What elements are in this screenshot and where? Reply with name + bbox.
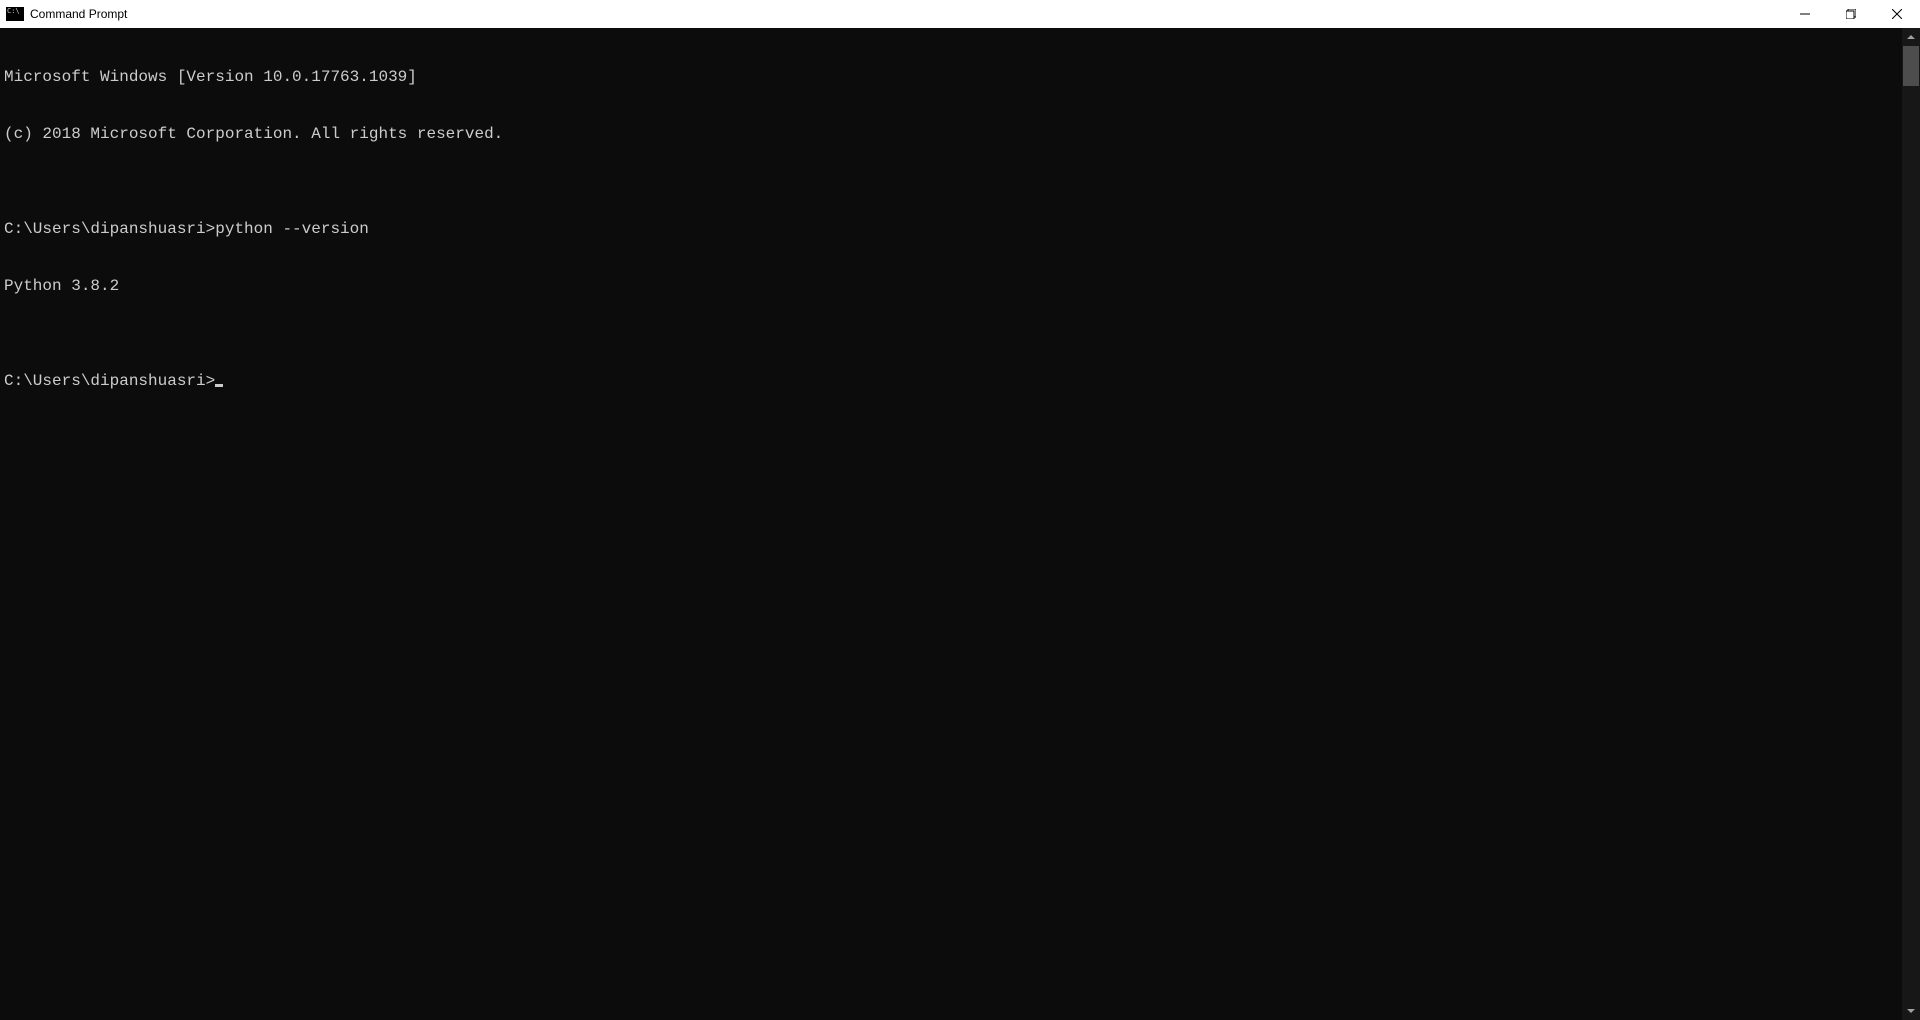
- terminal-line: Python 3.8.2: [4, 277, 1898, 296]
- close-button[interactable]: [1874, 0, 1920, 28]
- scroll-down-arrow[interactable]: [1902, 1002, 1920, 1020]
- chevron-down-icon: [1907, 1009, 1915, 1013]
- terminal-area[interactable]: Microsoft Windows [Version 10.0.17763.10…: [0, 28, 1920, 1020]
- cursor: [215, 384, 223, 387]
- window-title: Command Prompt: [30, 7, 127, 21]
- terminal-output[interactable]: Microsoft Windows [Version 10.0.17763.10…: [0, 28, 1902, 1020]
- vertical-scrollbar[interactable]: [1902, 28, 1920, 1020]
- cmd-icon: [6, 7, 24, 21]
- maximize-button[interactable]: [1828, 0, 1874, 28]
- prompt-text: C:\Users\dipanshuasri>: [4, 372, 215, 390]
- minimize-icon: [1800, 9, 1810, 19]
- terminal-line: Microsoft Windows [Version 10.0.17763.10…: [4, 68, 1898, 87]
- terminal-line: (c) 2018 Microsoft Corporation. All righ…: [4, 125, 1898, 144]
- chevron-up-icon: [1907, 35, 1915, 39]
- terminal-line: C:\Users\dipanshuasri>python --version: [4, 220, 1898, 239]
- maximize-icon: [1846, 9, 1856, 19]
- titlebar[interactable]: Command Prompt: [0, 0, 1920, 28]
- close-icon: [1892, 9, 1902, 19]
- terminal-line: C:\Users\dipanshuasri>: [4, 372, 1898, 391]
- scroll-up-arrow[interactable]: [1902, 28, 1920, 46]
- prompt-text: C:\Users\dipanshuasri>: [4, 220, 215, 238]
- window-controls: [1782, 0, 1920, 28]
- command-text: python --version: [215, 220, 369, 238]
- minimize-button[interactable]: [1782, 0, 1828, 28]
- scrollbar-thumb[interactable]: [1903, 46, 1919, 86]
